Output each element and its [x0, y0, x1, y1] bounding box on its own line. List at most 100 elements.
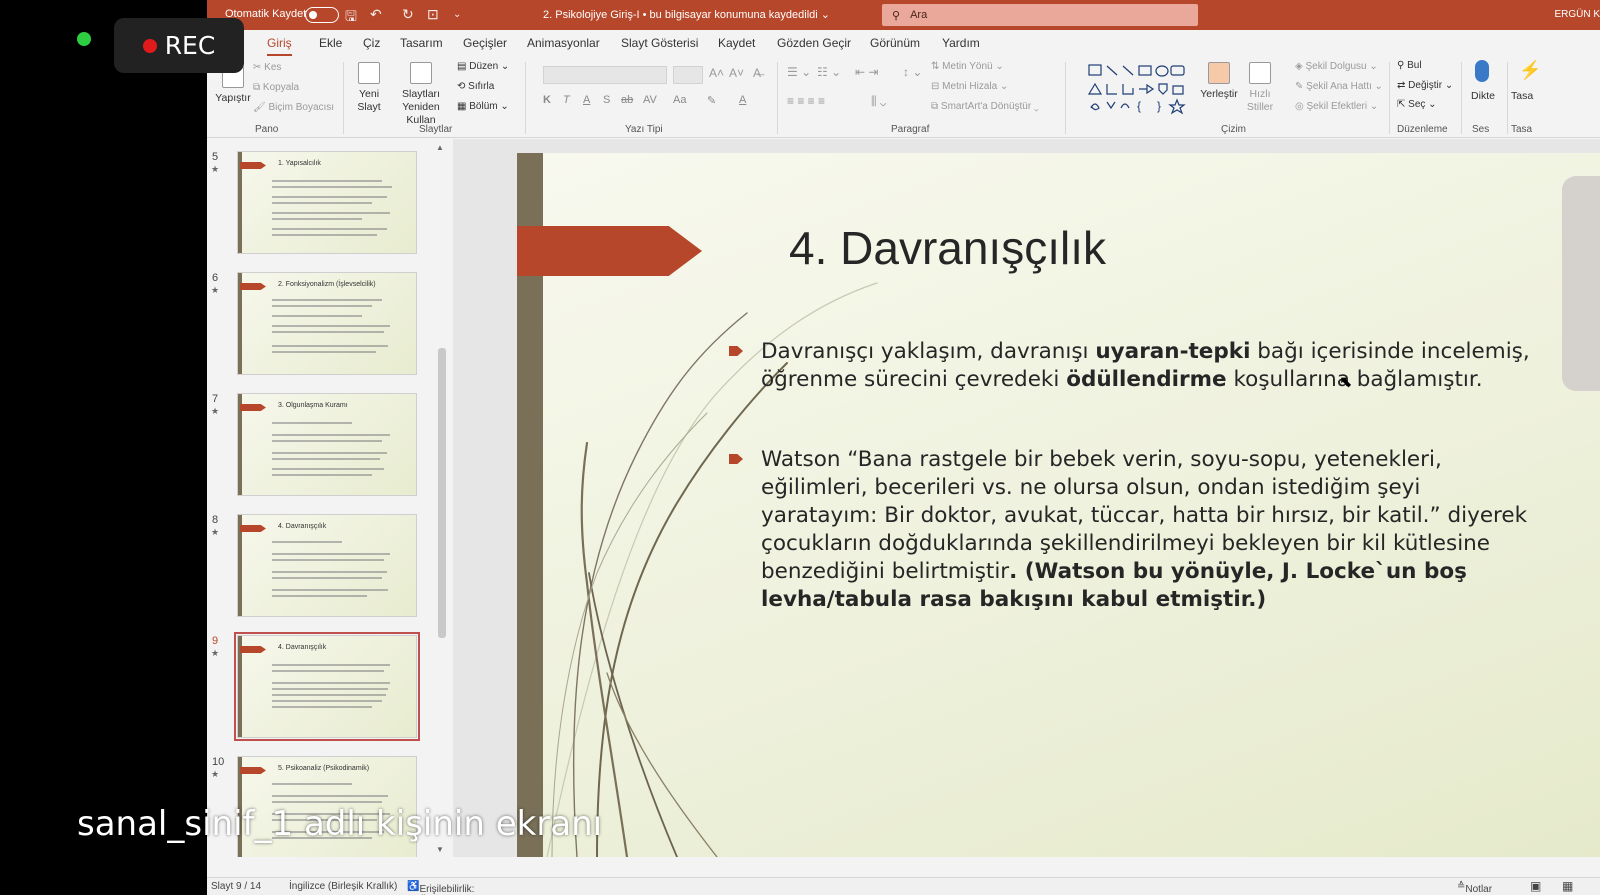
layout-button[interactable]: ▤ Düzen ⌄ — [457, 61, 509, 72]
italic-button[interactable]: T — [563, 94, 570, 106]
align-text-button[interactable]: ⊟ Metni Hizala ⌄ — [931, 81, 1008, 92]
shape-outline-button[interactable]: ✎ Şekil Ana Hattı ⌄ — [1295, 81, 1383, 92]
undo-icon[interactable]: ↶ — [370, 6, 382, 23]
divider — [1461, 62, 1462, 134]
search-input[interactable]: ⚲ Ara — [882, 4, 1198, 26]
format-painter-button[interactable]: 🖌 Biçim Boyacısı — [253, 102, 334, 113]
section-button[interactable]: ▦ Bölüm ⌄ — [457, 101, 509, 112]
accessibility-status[interactable]: ♿ Erişilebilirlik: Önerilere göz atın — [407, 881, 474, 895]
slide-sorter-icon[interactable]: ▦ — [1562, 879, 1573, 893]
smartart-button[interactable]: ⧉ SmartArt'a Dönüştür ⌄ — [931, 101, 1039, 112]
slide-counter[interactable]: Slayt 9 / 14 — [211, 881, 261, 892]
tab-design[interactable]: Tasarım — [400, 36, 443, 50]
current-slide[interactable]: 4. Davranışçılık Davranışçı yaklaşım, da… — [517, 153, 1600, 857]
char-spacing-button[interactable]: AV — [643, 94, 657, 106]
tab-record[interactable]: Kaydet — [718, 36, 755, 50]
divider — [1507, 62, 1508, 134]
save-icon[interactable]: 🖫 — [345, 6, 357, 30]
document-title[interactable]: 2. Psikolojiye Giriş-I • bu bilgisayar k… — [543, 8, 830, 21]
bullets-icon[interactable]: ☰ ⌄ — [787, 65, 811, 79]
slide-paragraph-2[interactable]: Watson “Bana rastgele bir bebek verin, s… — [761, 446, 1541, 614]
thumbnail-number: 9 — [212, 635, 219, 647]
select-label: Seç — [1408, 99, 1426, 110]
slide-title[interactable]: 4. Davranışçılık — [789, 221, 1106, 275]
shapes-gallery[interactable]: { } — [1087, 62, 1197, 118]
grow-font-icon[interactable]: A˄ — [709, 66, 724, 80]
shape-effects-button[interactable]: ◎ Şekil Efektleri ⌄ — [1295, 101, 1378, 112]
scroll-down-icon[interactable]: ▼ — [436, 845, 444, 854]
search-placeholder: Ara — [910, 9, 928, 21]
columns-icon[interactable]: ⫼ ⌄ — [871, 94, 886, 109]
strikethrough-button[interactable]: ab — [621, 94, 633, 106]
shape-effects-label: Şekil Efektleri — [1306, 101, 1368, 112]
quick-styles-label-2: Stiller — [1246, 101, 1274, 113]
slide-thumbnail[interactable]: 2. Fonksiyonalizm (İşlevselcilik) — [237, 272, 417, 375]
tab-review[interactable]: Gözden Geçir — [777, 36, 851, 50]
reuse-slides-label-2: Yeniden Kullan — [402, 101, 440, 126]
slide-paragraph-1[interactable]: Davranışçı yaklaşım, davranışı uyaran-te… — [761, 338, 1541, 394]
shadow-button[interactable]: S — [603, 94, 610, 106]
slide-thumbnail[interactable]: 3. Olgunlaşma Kuramı — [237, 393, 417, 496]
slide-thumbnail[interactable]: 1. Yapısalcılık — [237, 151, 417, 254]
thumbnail-number: 8 — [212, 514, 219, 526]
slide-thumbnail[interactable]: 4. Davranışçılık — [237, 514, 417, 617]
tab-help[interactable]: Yardım — [942, 36, 980, 50]
slide-thumbnail-selected[interactable]: 4. Davranışçılık — [234, 632, 420, 741]
indent-icon[interactable]: ⇤ ⇥ — [855, 65, 878, 79]
autosave-toggle[interactable] — [305, 7, 339, 23]
copy-button[interactable]: ⧉ Kopyala — [253, 82, 299, 93]
scrollbar-thumb[interactable] — [438, 348, 446, 638]
normal-view-icon[interactable]: ▣ — [1530, 879, 1541, 893]
thumbnail-number: 5 — [212, 151, 219, 163]
redo-icon[interactable]: ↻ — [402, 6, 414, 23]
arrange-button[interactable]: Yerleştir — [1197, 62, 1241, 101]
line-spacing-icon[interactable]: ↕ ⌄ — [903, 65, 922, 79]
align-icons[interactable]: ≡ ≡ ≡ ≡ — [787, 94, 825, 108]
search-icon: ⚲ — [892, 9, 901, 22]
bold-button[interactable]: K — [543, 94, 551, 106]
status-bar: Slayt 9 / 14 İngilizce (Birleşik Krallık… — [207, 877, 1600, 895]
find-button[interactable]: ⚲ Bul — [1397, 60, 1422, 71]
font-color-icon[interactable]: A — [739, 94, 746, 106]
font-name-input[interactable] — [543, 66, 667, 84]
shape-fill-button[interactable]: ◈ Şekil Dolgusu ⌄ — [1295, 61, 1378, 72]
tab-transitions[interactable]: Geçişler — [463, 36, 507, 50]
cut-button[interactable]: ✂ Kes — [253, 62, 281, 73]
quick-styles-button[interactable]: Hızlı Stiller — [1243, 62, 1277, 114]
notes-button[interactable]: ≙ Notlar — [1457, 881, 1492, 895]
select-button[interactable]: ⇱ Seç ⌄ — [1397, 99, 1437, 110]
numbering-icon[interactable]: ☷ ⌄ — [817, 65, 841, 79]
replace-button[interactable]: ⇄ Değiştir ⌄ — [1397, 80, 1453, 91]
record-dot-icon — [142, 38, 157, 53]
meeting-sidebar — [0, 0, 207, 895]
text-run: Davranışçı yaklaşım, davranışı — [761, 339, 1096, 364]
text-direction-button[interactable]: ⇅ Metin Yönü ⌄ — [931, 61, 1004, 72]
language-indicator[interactable]: İngilizce (Birleşik Krallık) — [289, 881, 397, 892]
microphone-icon[interactable] — [1475, 60, 1489, 82]
tab-slideshow[interactable]: Slayt Gösterisi — [621, 36, 698, 50]
thumbnails-scrollbar[interactable]: ▲ ▼ — [436, 143, 446, 855]
tab-view[interactable]: Görünüm — [870, 36, 920, 50]
underline-button[interactable]: A — [583, 94, 590, 106]
tab-draw[interactable]: Çiz — [363, 36, 380, 50]
text-direction-label: Metin Yönü — [942, 61, 993, 72]
new-slide-button[interactable]: Yeni Slayt — [347, 62, 391, 114]
tab-insert[interactable]: Ekle — [319, 36, 342, 50]
slideshow-icon[interactable]: ⊡ — [427, 6, 439, 23]
designer-icon[interactable]: ⚡ — [1519, 60, 1541, 81]
highlight-icon[interactable]: ✎ — [707, 94, 716, 107]
change-case-button[interactable]: Aa — [673, 94, 686, 106]
tab-home[interactable]: Giriş — [267, 36, 292, 57]
dictate-button[interactable]: Dikte — [1467, 90, 1499, 103]
scroll-up-icon[interactable]: ▲ — [436, 143, 444, 152]
svg-text:{: { — [1137, 99, 1141, 113]
user-name[interactable]: ERGÜN K — [1554, 9, 1600, 20]
shrink-font-icon[interactable]: A˅ — [729, 66, 744, 80]
tab-animations[interactable]: Animasyonlar — [527, 36, 600, 50]
designer-button[interactable]: Tasa — [1511, 90, 1533, 103]
customize-toolbar-icon[interactable]: ⌄ — [453, 9, 461, 20]
font-size-input[interactable] — [673, 66, 703, 84]
reset-button[interactable]: ⟲ Sıfırla — [457, 81, 494, 92]
reuse-slides-button[interactable]: Slaytları Yeniden Kullan — [393, 62, 449, 127]
clear-format-icon[interactable]: A̶ — [753, 66, 761, 80]
